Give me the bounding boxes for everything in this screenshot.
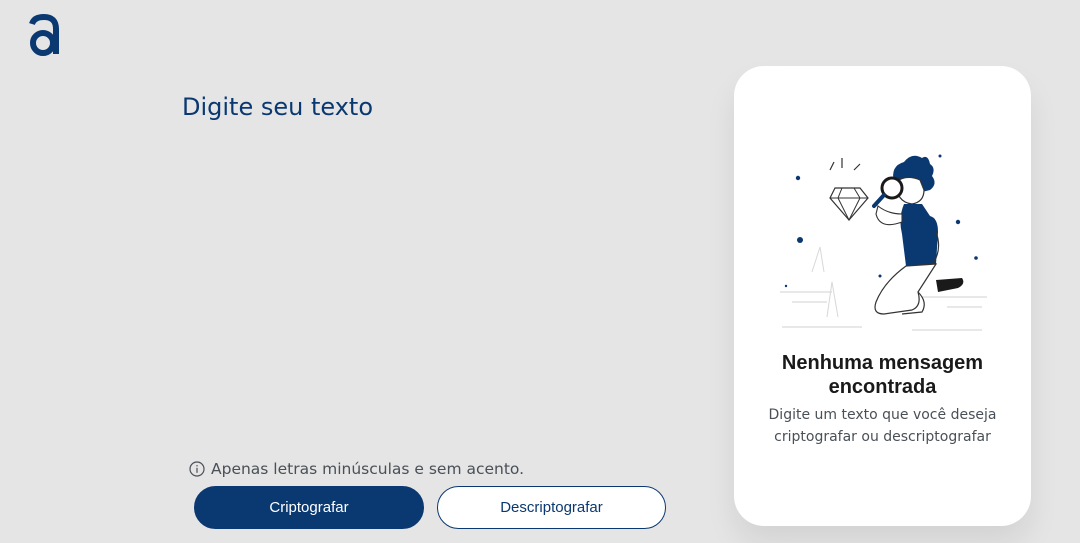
empty-state-subtitle: Digite um texto que você deseja criptogr… — [768, 407, 997, 445]
encrypt-button[interactable]: Criptografar — [194, 486, 424, 529]
decrypt-button[interactable]: Descriptografar — [437, 486, 666, 529]
input-hint: Apenas letras minúsculas e sem acento. — [189, 460, 524, 478]
empty-state-title: Nenhuma mensagem encontrada — [781, 352, 984, 398]
result-panel: Nenhuma mensagem encontrada Digite um te… — [734, 66, 1031, 526]
person-magnifying-glass-illustration — [780, 154, 987, 331]
hint-text: Apenas letras minúsculas e sem acento. — [211, 460, 525, 478]
message-input[interactable] — [182, 90, 702, 440]
info-circle-icon — [189, 461, 205, 477]
alura-logo-icon — [29, 14, 59, 56]
